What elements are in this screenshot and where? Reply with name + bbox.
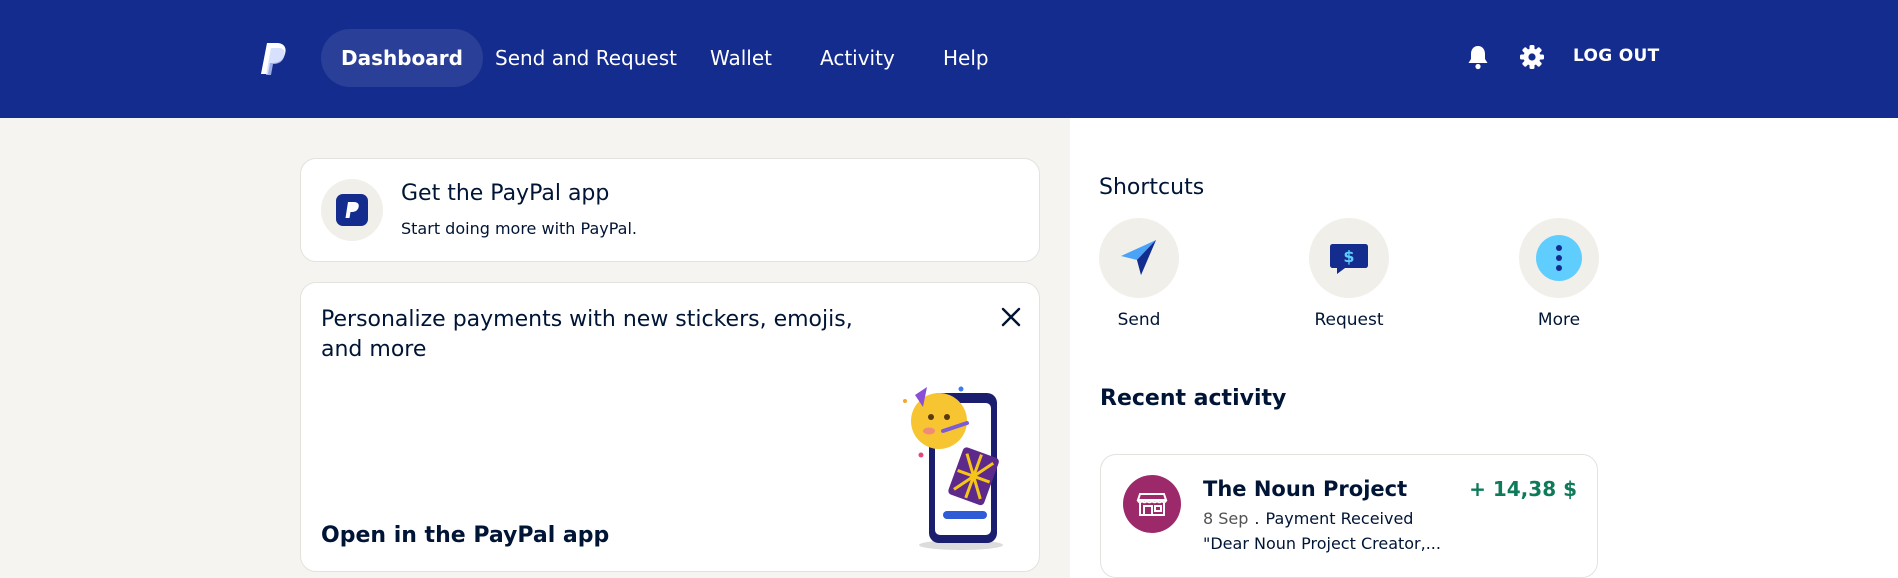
shortcut-send[interactable]: Send [1079,218,1199,338]
top-navigation-bar: Dashboard Send and Request Wallet Activi… [0,0,1898,118]
activity-merchant-name: The Noun Project [1203,477,1408,501]
activity-amount: + 14,38 $ [1469,477,1577,501]
activity-date: 8 Sep [1203,509,1249,528]
app-icon-container [321,179,383,241]
nav-send-and-request[interactable]: Send and Request [475,29,697,87]
bell-icon[interactable] [1465,44,1491,70]
nav-activity[interactable]: Activity [800,29,915,87]
paper-plane-icon [1121,240,1156,275]
svg-text:$: $ [1343,247,1354,266]
get-app-title: Get the PayPal app [401,181,610,206]
get-app-subtitle: Start doing more with PayPal. [401,219,637,238]
shortcut-request-circle: $ [1309,218,1389,298]
get-app-card[interactable]: Get the PayPal app Start doing more with… [300,158,1040,262]
phone-emoji-illustration [903,386,1003,550]
dollar-chat-icon: $ [1330,244,1368,274]
activity-type: Payment Received [1265,509,1414,528]
stickers-promo-text: Personalize payments with new stickers, … [321,307,853,362]
shortcuts-title: Shortcuts [1099,175,1205,200]
nav-wallet[interactable]: Wallet [690,29,792,87]
shortcut-more-circle [1519,218,1599,298]
shortcut-request[interactable]: $ Request [1289,218,1409,338]
shortcut-more-label: More [1537,310,1581,330]
shortcut-more[interactable]: More [1499,218,1619,338]
more-vertical-icon [1536,235,1582,281]
paypal-app-icon [336,194,368,226]
activity-item[interactable]: The Noun Project + 14,38 $ 8 Sep. Payment… [1100,454,1598,578]
nav-dashboard[interactable]: Dashboard [321,29,483,87]
logout-button[interactable]: LOG OUT [1573,46,1660,66]
paypal-logo[interactable] [258,40,290,78]
stickers-promo-card: Personalize payments with new stickers, … [300,282,1040,572]
store-icon [1136,493,1168,516]
nav-help[interactable]: Help [923,29,1009,87]
open-in-app-link[interactable]: Open in the PayPal app [321,523,609,548]
merchant-avatar [1123,475,1181,533]
gear-icon[interactable] [1519,44,1545,70]
shortcut-send-label: Send [1117,310,1161,330]
close-icon[interactable] [997,303,1025,331]
activity-note: "Dear Noun Project Creator,... [1203,534,1441,553]
shortcut-request-label: Request [1314,310,1384,330]
activity-meta: 8 Sep. Payment Received [1203,509,1413,528]
shortcut-send-circle [1099,218,1179,298]
activity-separator: . [1254,509,1260,528]
recent-activity-title: Recent activity [1100,386,1287,411]
